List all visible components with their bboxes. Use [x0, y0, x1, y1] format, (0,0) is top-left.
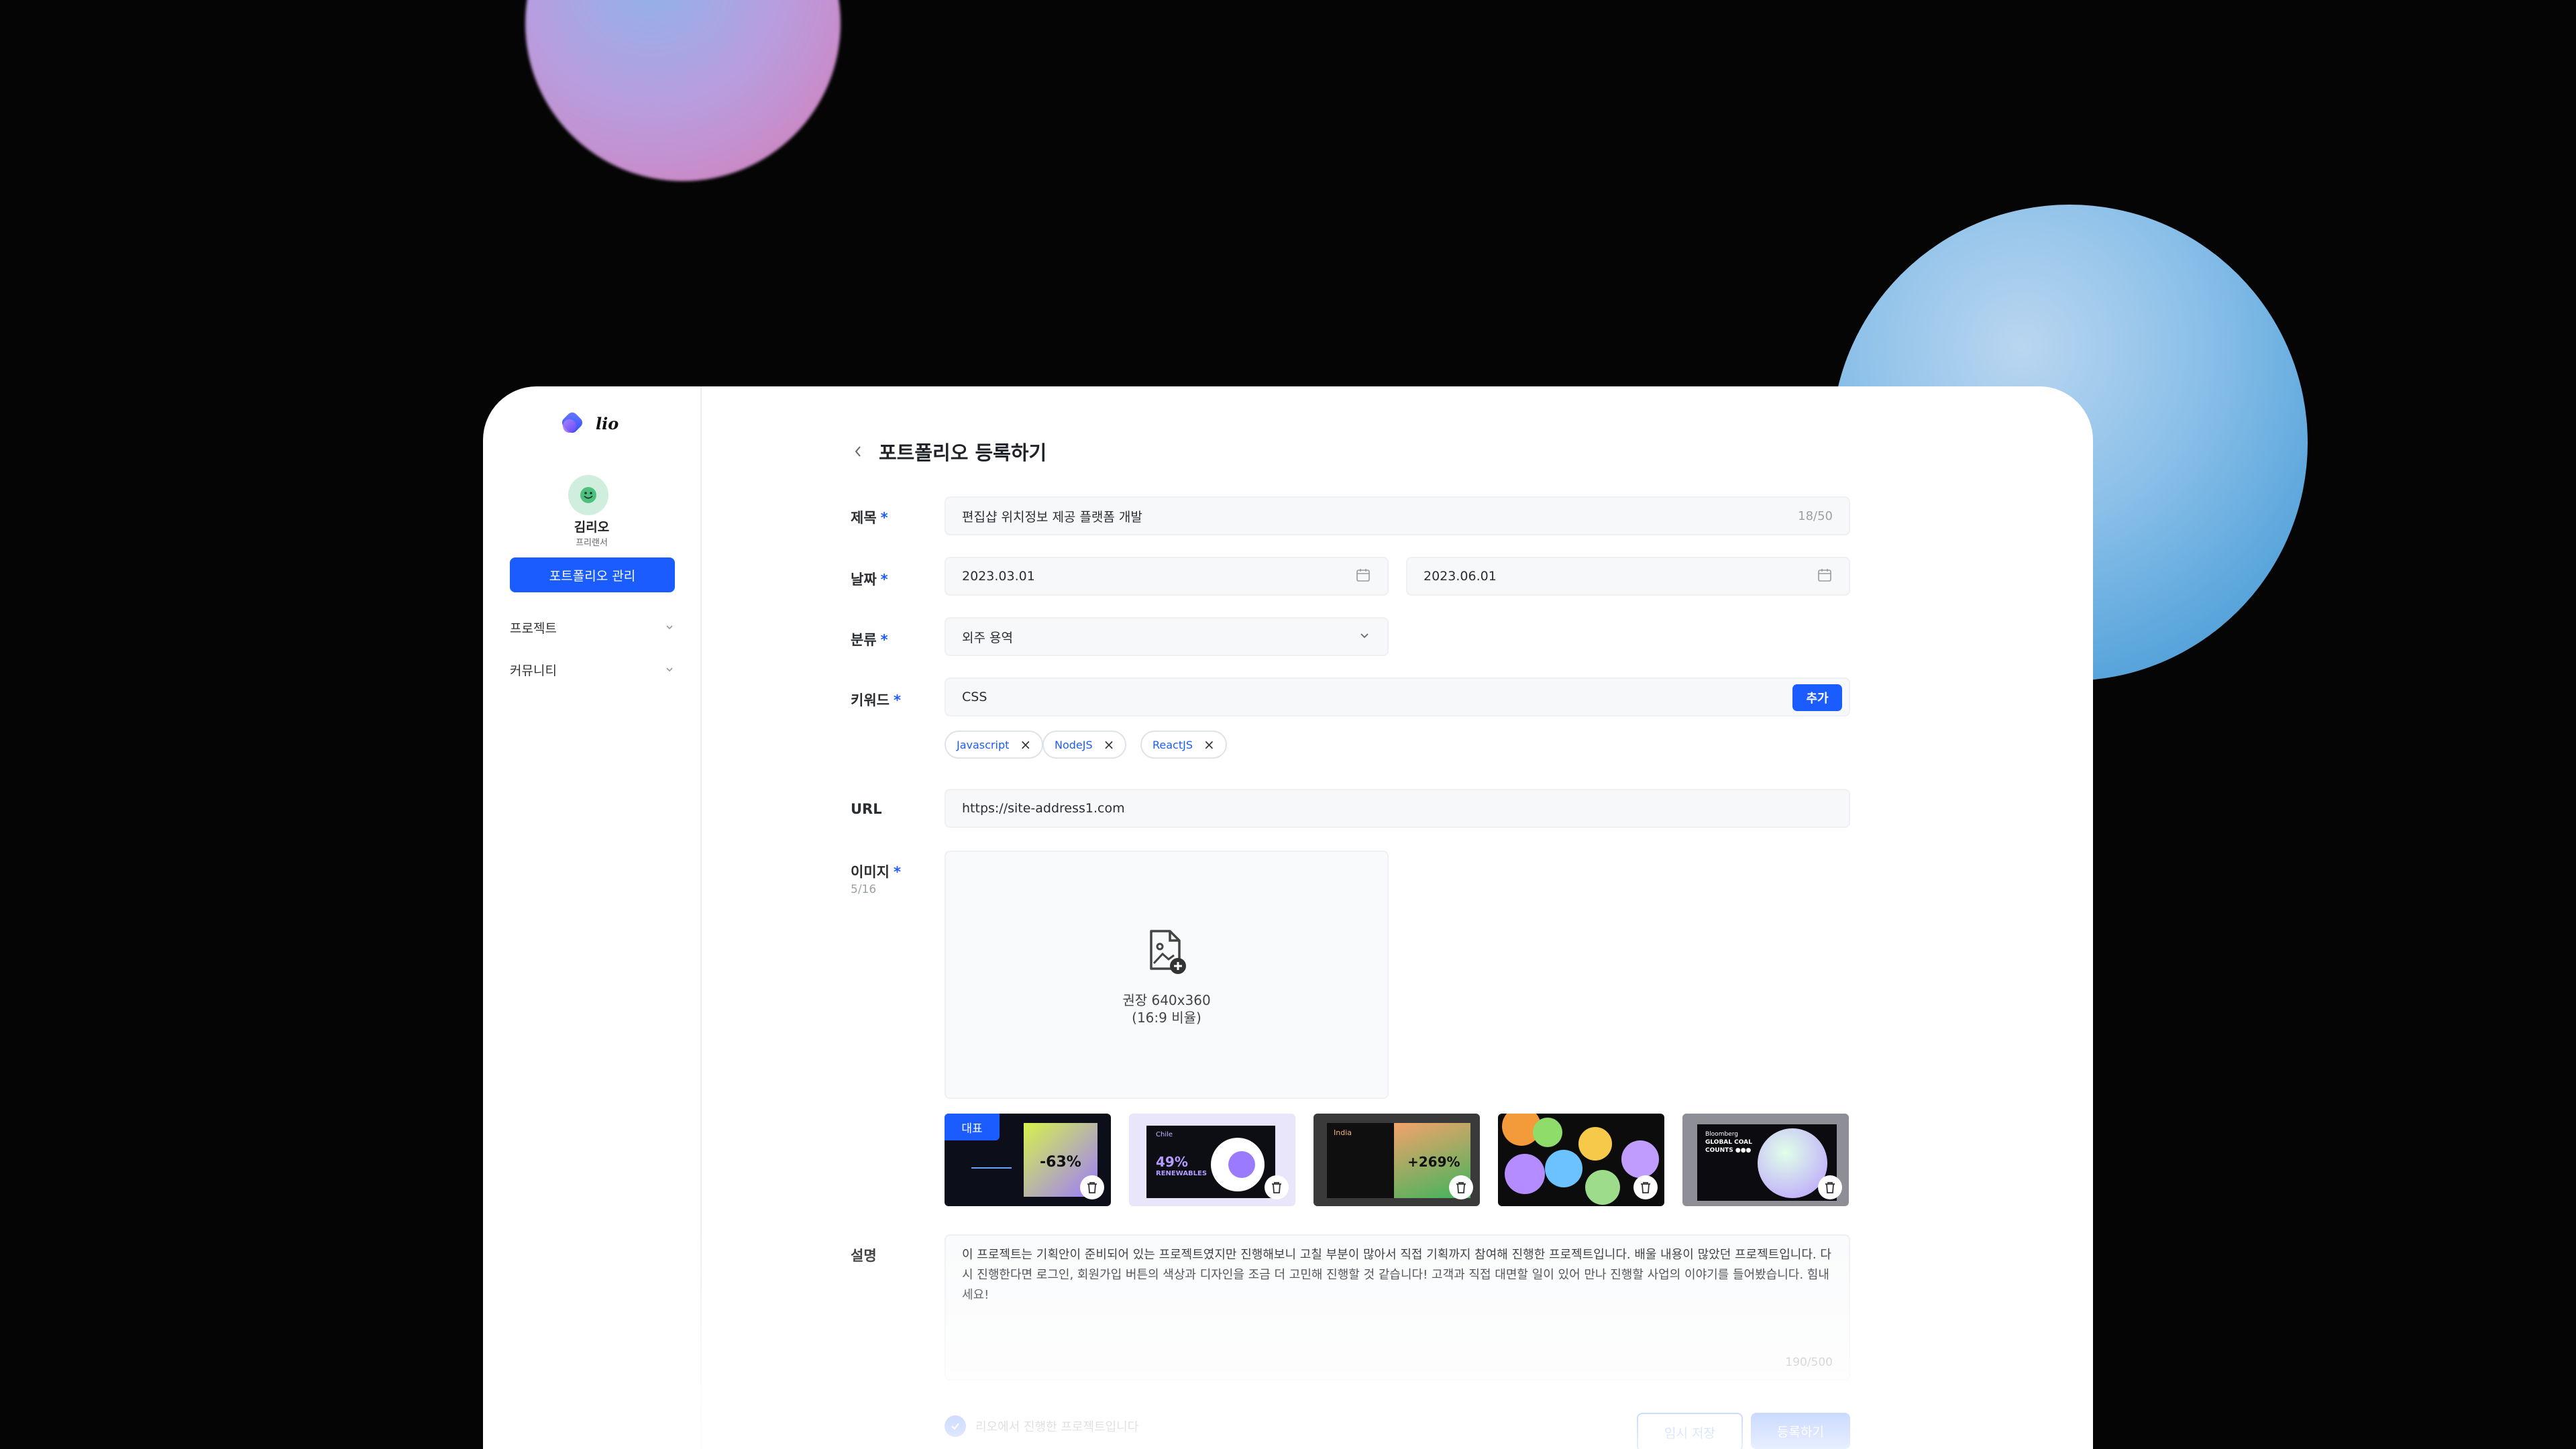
image-label: 이미지 *: [851, 864, 901, 880]
image-thumbnail[interactable]: Bloomberg GLOBAL COAL COUNTS ●●●: [1682, 1114, 1849, 1206]
smile-face-icon: [580, 487, 596, 503]
chevron-down-icon: [666, 625, 673, 630]
logo[interactable]: lio: [559, 410, 619, 437]
sidebar-item-project[interactable]: 프로젝트: [510, 614, 675, 641]
sidebar-item-label: 프로젝트: [510, 621, 557, 636]
trash-icon[interactable]: [1449, 1175, 1473, 1199]
date-label: 날짜 *: [851, 572, 888, 588]
keyword-input[interactable]: CSS 추가: [945, 678, 1850, 716]
close-icon[interactable]: ×: [1203, 738, 1215, 751]
close-icon[interactable]: ×: [1104, 738, 1115, 751]
logo-icon: [559, 410, 586, 437]
description-textarea[interactable]: 이 프로젝트는 기획안이 준비되어 있는 프로젝트였지만 진행해보니 고칠 부분…: [945, 1234, 1850, 1381]
temp-save-button[interactable]: 임시 저장: [1637, 1413, 1743, 1449]
avatar[interactable]: [568, 475, 608, 515]
keyword-add-button[interactable]: 추가: [1792, 684, 1842, 711]
sidebar-item-label: 커뮤니티: [510, 663, 557, 678]
trash-icon[interactable]: [1265, 1175, 1289, 1199]
image-thumbnail[interactable]: Chile 49% RENEWABLES: [1129, 1114, 1295, 1206]
end-date-input[interactable]: 2023.06.01: [1406, 557, 1850, 596]
chevron-down-icon: [1358, 629, 1371, 645]
title-input[interactable]: 편집샵 위치정보 제공 플랫폼 개발 18/50: [945, 496, 1850, 535]
image-add-icon: [1144, 928, 1189, 978]
image-count: 5/16: [851, 883, 877, 896]
image-upload-area[interactable]: 권장 640x360 (16:9 비율): [945, 851, 1389, 1099]
back-chevron-icon[interactable]: [852, 444, 864, 459]
chevron-down-icon: [666, 667, 673, 672]
portfolio-manage-button[interactable]: 포트폴리오 관리: [510, 557, 675, 592]
upload-hint: 권장 640x360 (16:9 비율): [1122, 992, 1211, 1026]
sidebar: lio 김리오 프리랜서 포트폴리오 관리 프로젝트 커뮤니티: [483, 386, 702, 1449]
description-label: 설명: [851, 1248, 877, 1264]
category-label: 분류 *: [851, 632, 888, 648]
page-header: 포트폴리오 등록하기: [852, 437, 1046, 466]
check-icon: [945, 1415, 966, 1437]
sidebar-item-community[interactable]: 커뮤니티: [510, 656, 675, 683]
image-thumbnail[interactable]: [1498, 1114, 1664, 1206]
trash-icon[interactable]: [1633, 1175, 1658, 1199]
image-thumbnail[interactable]: -63% 대표: [945, 1114, 1111, 1206]
lio-project-checkbox[interactable]: 리오에서 진행한 프로젝트입니다: [945, 1415, 1138, 1437]
category-select[interactable]: 외주 용역: [945, 617, 1389, 656]
calendar-icon[interactable]: [1817, 567, 1833, 586]
url-label: URL: [851, 801, 882, 817]
logo-text: lio: [596, 413, 619, 433]
description-char-count: 190/500: [1785, 1356, 1833, 1369]
submit-button[interactable]: 등록하기: [1751, 1413, 1850, 1449]
profile-role: 프리랜서: [576, 538, 608, 548]
representative-badge: 대표: [945, 1114, 1000, 1140]
trash-icon[interactable]: [1080, 1175, 1104, 1199]
url-input[interactable]: https://site-address1.com: [945, 789, 1850, 828]
keyword-tag: ReactJS ×: [1140, 731, 1227, 759]
image-thumbnail[interactable]: India +269%: [1313, 1114, 1480, 1206]
keyword-label: 키워드 *: [851, 692, 901, 708]
profile-name: 김리오: [574, 520, 610, 535]
title-label: 제목 *: [851, 510, 888, 526]
page-title: 포트폴리오 등록하기: [879, 441, 1047, 464]
background-orb-pink: [525, 0, 841, 181]
calendar-icon[interactable]: [1355, 567, 1371, 586]
title-char-count: 18/50: [1798, 508, 1833, 523]
trash-icon[interactable]: [1818, 1175, 1842, 1199]
keyword-tag: Javascript ×: [945, 731, 1044, 759]
keyword-tag: NodeJS ×: [1042, 731, 1127, 759]
main-content: 포트폴리오 등록하기 제목 * 편집샵 위치정보 제공 플랫폼 개발 18/50 …: [700, 386, 2093, 1449]
start-date-input[interactable]: 2023.03.01: [945, 557, 1389, 596]
app-window: lio 김리오 프리랜서 포트폴리오 관리 프로젝트 커뮤니티 포트폴리오 등록…: [483, 386, 2093, 1449]
close-icon[interactable]: ×: [1020, 738, 1031, 751]
